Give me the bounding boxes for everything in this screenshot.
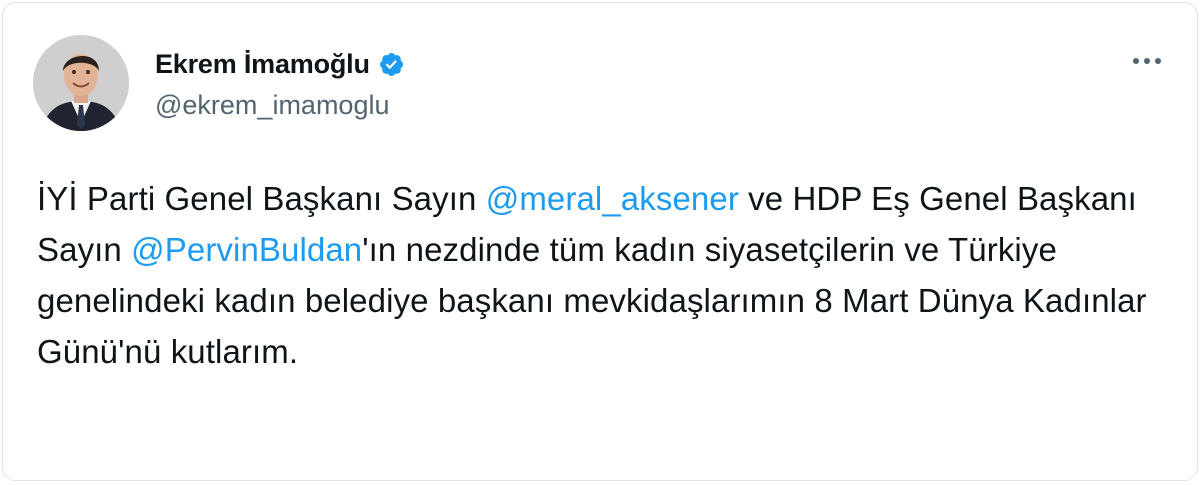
tweet-text-part: İYİ Parti Genel Başkanı Sayın bbox=[37, 180, 486, 217]
tweet-header: Ekrem İmamoğlu @ekrem_imamoglu bbox=[33, 35, 405, 131]
tweet-text: İYİ Parti Genel Başkanı Sayın @meral_aks… bbox=[37, 173, 1157, 377]
name-row: Ekrem İmamoğlu bbox=[155, 46, 405, 84]
more-options-icon bbox=[1133, 58, 1161, 64]
tweet-card: Ekrem İmamoğlu @ekrem_imamoglu İYİ Parti… bbox=[2, 2, 1198, 481]
avatar[interactable] bbox=[33, 35, 129, 131]
display-name[interactable]: Ekrem İmamoğlu bbox=[155, 49, 370, 80]
user-handle[interactable]: @ekrem_imamoglu bbox=[155, 90, 405, 121]
mention-link[interactable]: @meral_aksener bbox=[486, 180, 739, 217]
avatar-image bbox=[33, 35, 129, 131]
more-options-button[interactable] bbox=[1127, 47, 1167, 75]
user-info: Ekrem İmamoğlu @ekrem_imamoglu bbox=[155, 46, 405, 121]
verified-badge-icon bbox=[378, 51, 405, 78]
mention-link[interactable]: @PervinBuldan bbox=[131, 231, 362, 268]
